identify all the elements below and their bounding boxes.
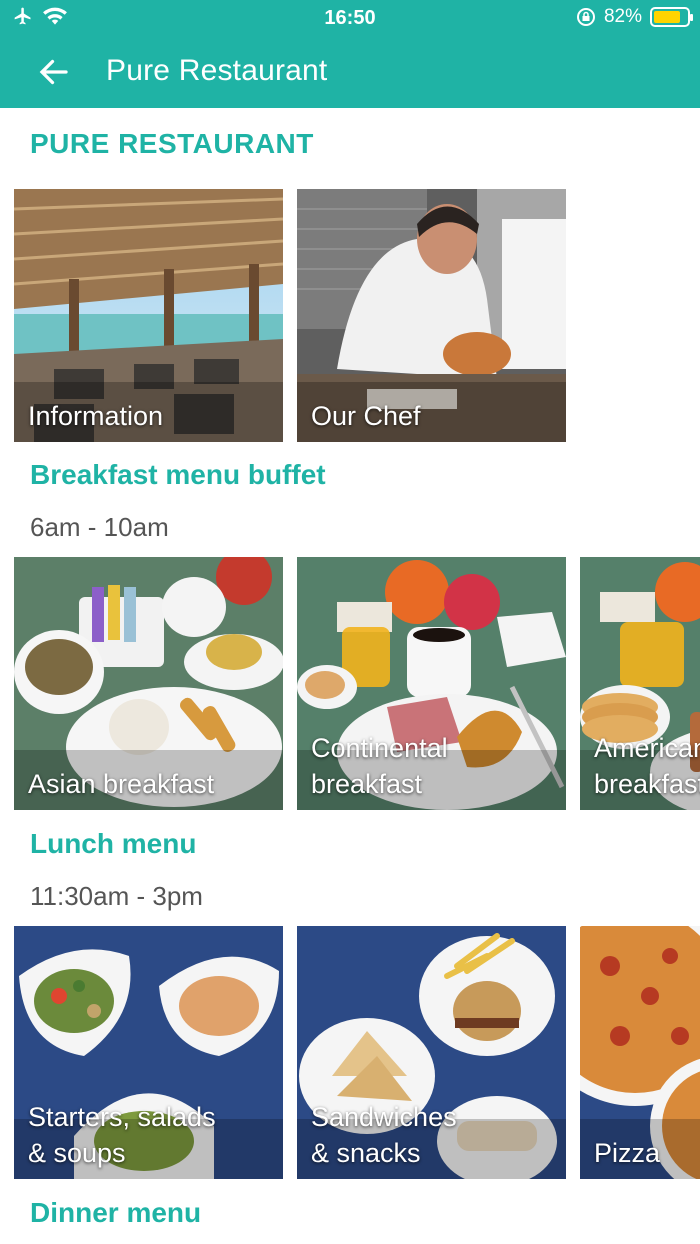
section-title-breakfast: Breakfast menu buffet xyxy=(30,459,326,490)
lunch-row[interactable]: Starters, salads & soups Sandwiches & sn… xyxy=(14,926,700,1179)
section-hours-lunch: 11:30am - 3pm xyxy=(30,881,203,911)
tile-label: Our Chef xyxy=(311,401,421,431)
tile-label: Continental breakfast xyxy=(311,733,448,799)
tile-label: Information xyxy=(28,401,164,431)
content-scroll[interactable]: PURE RESTAURANT Information Our Chef Bre… xyxy=(0,108,700,1244)
rotation-lock-icon xyxy=(576,8,595,26)
section-title-dinner: Dinner menu xyxy=(30,1197,202,1228)
tile-sandwiches-snacks[interactable]: Sandwiches & snacks xyxy=(297,926,566,1179)
arrow-left-icon xyxy=(39,59,68,85)
app-bar: Pure Restaurant xyxy=(0,36,700,108)
tile-pizza[interactable]: Pizza xyxy=(580,926,700,1179)
back-button[interactable] xyxy=(36,54,72,90)
tile-starters-salads-soups[interactable]: Starters, salads & soups xyxy=(14,926,283,1179)
intro-row: Information Our Chef xyxy=(14,189,566,442)
page-heading: PURE RESTAURANT xyxy=(30,128,314,159)
battery-icon xyxy=(650,7,693,27)
app-title: Pure Restaurant xyxy=(106,54,328,87)
tile-label: Asian breakfast xyxy=(28,769,215,799)
tile-label: Sandwiches & snacks xyxy=(311,1102,457,1168)
tile-label: Pizza xyxy=(594,1138,661,1168)
battery-percent: 82% xyxy=(603,6,642,27)
breakfast-row[interactable]: Asian breakfast Continental breakfast Am… xyxy=(14,557,700,810)
tile-label: American breakfast xyxy=(594,733,700,799)
tile-label: Starters, salads & soups xyxy=(28,1102,216,1168)
tile-asian-breakfast[interactable]: Asian breakfast xyxy=(14,557,283,810)
tile-information[interactable]: Information xyxy=(14,189,283,442)
tile-american-breakfast[interactable]: American breakfast xyxy=(580,557,700,810)
section-hours-breakfast: 6am - 10am xyxy=(30,512,169,542)
tile-continental-breakfast[interactable]: Continental breakfast xyxy=(297,557,566,810)
status-bar: 16:50 82% xyxy=(0,0,700,36)
section-title-lunch: Lunch menu xyxy=(30,828,197,859)
tile-our-chef[interactable]: Our Chef xyxy=(297,189,566,442)
